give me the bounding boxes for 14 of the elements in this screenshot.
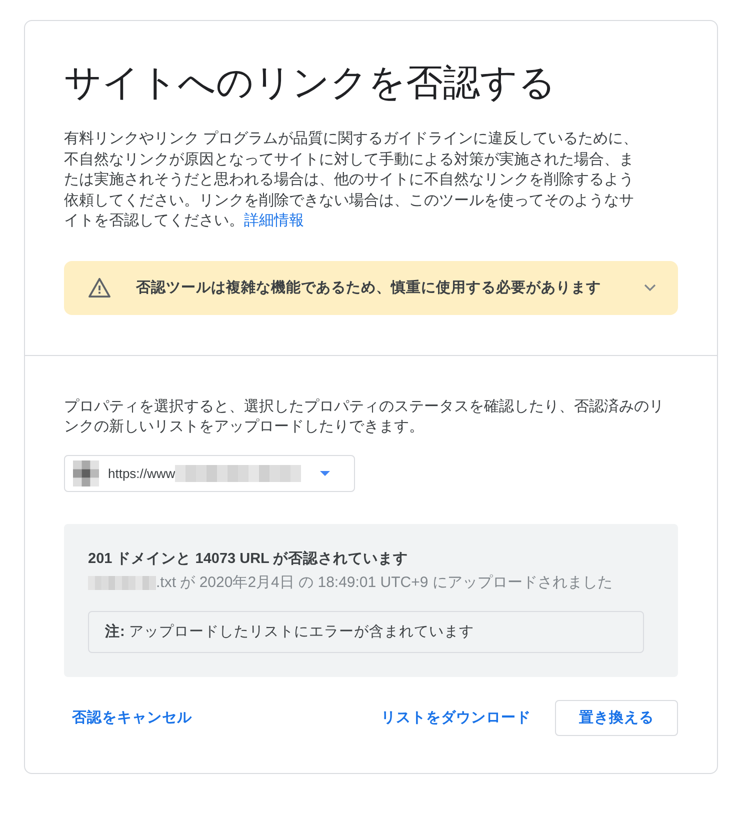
page-title: サイトへのリンクを否認する [64,61,557,105]
error-note: 注: アップロードしたリストにエラーが含まれています [88,610,644,652]
property-dropdown[interactable]: https://www [64,454,355,492]
caret-icon [320,470,330,476]
property-description: プロパティを選択すると、選択したプロパティのステータスを確認したり、否認済みのリンクの新しいリストをアップロードしたりできます。 [64,396,665,436]
blurred-filename-block [88,576,156,590]
intro-paragraph: 有料リンクやリンク プログラムが品質に関するガイドラインに違反しているために、不自然なリンクが原因となってサイトに対して手動による対策が実施された場合、または実施されそうだと思われる場合は、他のサイトに不自然なリンクを削除するよう依頼してください。リンクを削除できない場合は、このツールを使ってそのようなサイトを否認してください。詳細情報 [64,129,640,231]
warning-banner[interactable]: 否認ツールは複雑な機能であるため、慎重に使用する必要があります [64,260,678,314]
warning-icon [88,277,111,298]
upload-info-text: .txt が 2020年2月4日 の 18:49:01 UTC+9 にアップロードされました [156,572,614,592]
pixelated-favicon-icon [73,460,99,486]
replace-button[interactable]: 置き換える [555,700,678,736]
disavow-summary: 201 ドメインと 14073 URL が否認されています [88,550,410,568]
details-link[interactable]: 詳細情報 [244,212,304,229]
